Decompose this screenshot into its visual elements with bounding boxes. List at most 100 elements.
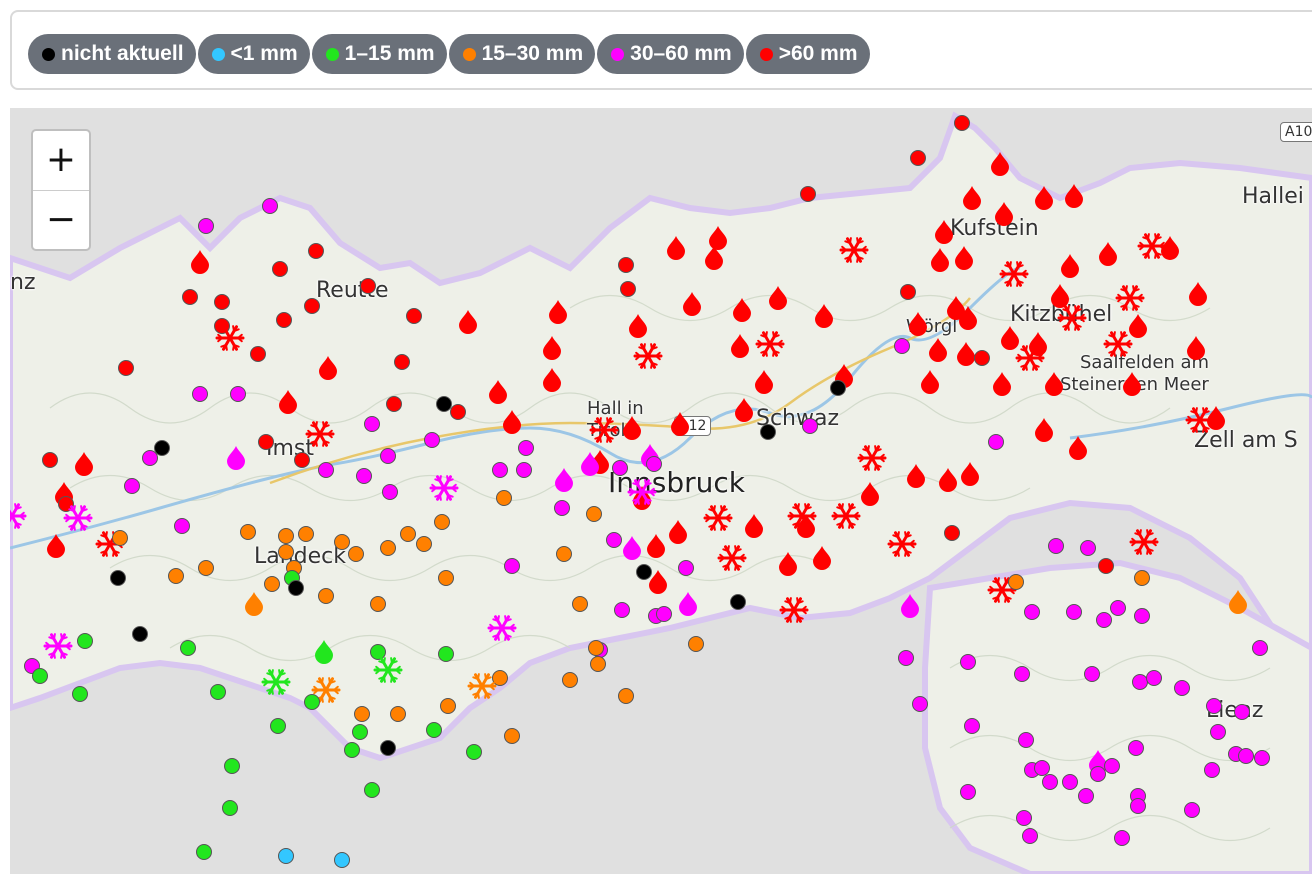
- station-dot-stale[interactable]: [154, 440, 170, 456]
- station-snow-icon-1-15mm[interactable]: [373, 657, 403, 683]
- station-dot-gt60mm[interactable]: [304, 298, 320, 314]
- station-dot-30-60mm[interactable]: [678, 560, 694, 576]
- station-drop-icon-gt60mm[interactable]: [929, 338, 947, 362]
- station-snow-icon-gt60mm[interactable]: [779, 597, 809, 623]
- station-dot-30-60mm[interactable]: [1024, 604, 1040, 620]
- station-dot-30-60mm[interactable]: [1174, 680, 1190, 696]
- station-snow-icon-gt60mm[interactable]: [887, 531, 917, 557]
- station-dot-30-60mm[interactable]: [554, 500, 570, 516]
- station-dot-1-15mm[interactable]: [180, 640, 196, 656]
- station-drop-icon-gt60mm[interactable]: [909, 312, 927, 336]
- station-snow-icon-gt60mm[interactable]: [1057, 305, 1087, 331]
- station-dot-gt60mm[interactable]: [954, 115, 970, 131]
- station-dot-30-60mm[interactable]: [1114, 830, 1130, 846]
- station-drop-icon-gt60mm[interactable]: [939, 468, 957, 492]
- station-dot-lt1mm[interactable]: [278, 848, 294, 864]
- station-snow-icon-gt60mm[interactable]: [215, 325, 245, 351]
- station-dot-gt60mm[interactable]: [406, 308, 422, 324]
- station-dot-30-60mm[interactable]: [802, 418, 818, 434]
- station-dot-15-30mm[interactable]: [416, 536, 432, 552]
- station-dot-30-60mm[interactable]: [198, 218, 214, 234]
- station-dot-30-60mm[interactable]: [518, 440, 534, 456]
- station-dot-1-15mm[interactable]: [370, 644, 386, 660]
- station-dot-30-60mm[interactable]: [1034, 760, 1050, 776]
- station-dot-15-30mm[interactable]: [440, 698, 456, 714]
- station-dot-15-30mm[interactable]: [298, 526, 314, 542]
- station-drop-icon-1-15mm[interactable]: [315, 640, 333, 664]
- station-snow-icon-gt60mm[interactable]: [857, 445, 887, 471]
- station-drop-icon-30-60mm[interactable]: [555, 468, 573, 492]
- station-dot-stale[interactable]: [730, 594, 746, 610]
- station-dot-gt60mm[interactable]: [910, 150, 926, 166]
- station-dot-30-60mm[interactable]: [1042, 774, 1058, 790]
- station-dot-30-60mm[interactable]: [1096, 612, 1112, 628]
- station-dot-30-60mm[interactable]: [894, 338, 910, 354]
- station-drop-icon-gt60mm[interactable]: [503, 410, 521, 434]
- station-dot-1-15mm[interactable]: [222, 800, 238, 816]
- station-dot-15-30mm[interactable]: [590, 656, 606, 672]
- station-drop-icon-30-60mm[interactable]: [227, 446, 245, 470]
- legend-nicht-aktuell-button[interactable]: nicht aktuell: [28, 34, 196, 74]
- station-drop-icon-15-30mm[interactable]: [1229, 590, 1247, 614]
- station-drop-icon-gt60mm[interactable]: [815, 304, 833, 328]
- station-dot-30-60mm[interactable]: [364, 416, 380, 432]
- station-drop-icon-gt60mm[interactable]: [549, 300, 567, 324]
- station-dot-stale[interactable]: [132, 626, 148, 642]
- station-dot-15-30mm[interactable]: [1008, 574, 1024, 590]
- station-drop-icon-gt60mm[interactable]: [543, 336, 561, 360]
- station-drop-icon-30-60mm[interactable]: [623, 536, 641, 560]
- station-dot-gt60mm[interactable]: [800, 186, 816, 202]
- station-dot-30-60mm[interactable]: [1016, 810, 1032, 826]
- station-snow-icon-gt60mm[interactable]: [589, 417, 619, 443]
- station-dot-30-60mm[interactable]: [1254, 750, 1270, 766]
- station-dot-30-60mm[interactable]: [492, 462, 508, 478]
- station-dot-30-60mm[interactable]: [646, 456, 662, 472]
- station-dot-15-30mm[interactable]: [438, 570, 454, 586]
- station-dot-1-15mm[interactable]: [196, 844, 212, 860]
- station-snow-icon-gt60mm[interactable]: [1115, 285, 1145, 311]
- station-dot-30-60mm[interactable]: [606, 532, 622, 548]
- station-dot-30-60mm[interactable]: [1084, 666, 1100, 682]
- station-drop-icon-gt60mm[interactable]: [907, 464, 925, 488]
- station-snow-icon-30-60mm[interactable]: [487, 615, 517, 641]
- station-dot-15-30mm[interactable]: [168, 568, 184, 584]
- station-snow-icon-30-60mm[interactable]: [43, 633, 73, 659]
- station-dot-15-30mm[interactable]: [504, 728, 520, 744]
- station-drop-icon-gt60mm[interactable]: [47, 534, 65, 558]
- station-drop-icon-gt60mm[interactable]: [1065, 184, 1083, 208]
- legend-30-60mm-button[interactable]: 30–60 mm: [597, 34, 744, 74]
- station-dot-30-60mm[interactable]: [1252, 640, 1268, 656]
- station-dot-30-60mm[interactable]: [1078, 788, 1094, 804]
- station-dot-15-30mm[interactable]: [198, 560, 214, 576]
- station-dot-1-15mm[interactable]: [344, 742, 360, 758]
- station-dot-30-60mm[interactable]: [382, 484, 398, 500]
- station-dot-30-60mm[interactable]: [964, 718, 980, 734]
- station-dot-gt60mm[interactable]: [944, 525, 960, 541]
- legend-15-30mm-button[interactable]: 15–30 mm: [448, 34, 596, 74]
- station-dot-30-60mm[interactable]: [1134, 608, 1150, 624]
- station-drop-icon-gt60mm[interactable]: [669, 520, 687, 544]
- station-dot-30-60mm[interactable]: [898, 650, 914, 666]
- station-drop-icon-gt60mm[interactable]: [1061, 254, 1079, 278]
- station-dot-15-30mm[interactable]: [370, 596, 386, 612]
- station-dot-30-60mm[interactable]: [612, 460, 628, 476]
- station-dot-1-15mm[interactable]: [270, 718, 286, 734]
- station-snow-icon-gt60mm[interactable]: [755, 331, 785, 357]
- station-drop-icon-15-30mm[interactable]: [245, 592, 263, 616]
- station-dot-30-60mm[interactable]: [262, 198, 278, 214]
- station-dot-15-30mm[interactable]: [354, 706, 370, 722]
- station-drop-icon-gt60mm[interactable]: [991, 152, 1009, 176]
- station-dot-gt60mm[interactable]: [118, 360, 134, 376]
- station-dot-30-60mm[interactable]: [1022, 828, 1038, 844]
- station-dot-1-15mm[interactable]: [438, 646, 454, 662]
- station-snow-icon-gt60mm[interactable]: [305, 421, 335, 447]
- station-dot-15-30mm[interactable]: [556, 546, 572, 562]
- station-drop-icon-gt60mm[interactable]: [1099, 242, 1117, 266]
- station-dot-15-30mm[interactable]: [572, 596, 588, 612]
- station-dot-30-60mm[interactable]: [1146, 670, 1162, 686]
- station-dot-30-60mm[interactable]: [1206, 698, 1222, 714]
- station-drop-icon-gt60mm[interactable]: [543, 368, 561, 392]
- station-dot-stale[interactable]: [436, 396, 452, 412]
- station-dot-gt60mm[interactable]: [1098, 558, 1114, 574]
- zoom-in-button[interactable]: +: [33, 131, 89, 191]
